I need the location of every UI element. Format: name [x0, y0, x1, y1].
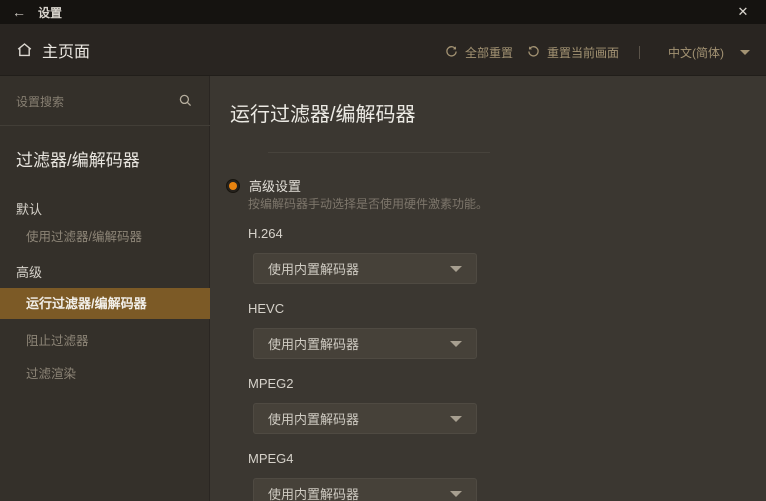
- sidebar-item-use-filters-codecs[interactable]: 使用过滤器/编解码器: [0, 222, 210, 253]
- search-input[interactable]: [16, 91, 171, 113]
- reset-all-label: 全部重置: [464, 46, 513, 60]
- dropdown-selected-value: 使用内置解码器: [268, 337, 360, 352]
- codec-label-hevc: HEVC: [248, 301, 285, 316]
- chevron-down-icon: [740, 50, 750, 55]
- home-breadcrumb[interactable]: 主页面: [16, 38, 90, 62]
- advanced-settings-description: 按编解码器手动选择是否使用硬件激素功能。: [248, 197, 489, 211]
- reset-current-circular-arrow-icon: [527, 45, 540, 61]
- dropdown-selected-value: 使用内置解码器: [268, 487, 360, 501]
- codec-label-h264: H.264: [248, 226, 283, 241]
- page-title: 主页面: [42, 43, 91, 61]
- reset-all-button[interactable]: 全部重置: [445, 44, 513, 61]
- codec-dropdown-mpeg2[interactable]: 使用内置解码器: [253, 403, 477, 434]
- radio-dot: [229, 181, 237, 190]
- sidebar-group-default: 默认: [16, 202, 43, 217]
- home-icon: [16, 42, 33, 58]
- chevron-down-icon: [450, 340, 462, 347]
- settings-sidebar: 过滤器/编解码器 默认 使用过滤器/编解码器 高级 运行过滤器/编解码器 阻止过…: [0, 76, 210, 501]
- chevron-down-icon: [450, 490, 462, 497]
- chevron-down-icon: [450, 265, 462, 272]
- main-panel: 运行过滤器/编解码器 高级设置 按编解码器手动选择是否使用硬件激素功能。 H.2…: [211, 76, 766, 501]
- search-icon[interactable]: [179, 94, 192, 112]
- sidebar-item-block-filters[interactable]: 阻止过滤器: [0, 326, 210, 357]
- language-selected-value: 中文(简体): [668, 46, 724, 60]
- header-actions: 全部重置 重置当前画面 中文(简体): [445, 38, 750, 61]
- back-arrow-icon[interactable]: ←: [12, 5, 26, 19]
- sidebar-group-advanced: 高级: [16, 265, 43, 280]
- reset-all-circular-arrow-icon: [445, 45, 458, 61]
- codec-dropdown-hevc[interactable]: 使用内置解码器: [253, 328, 477, 359]
- reset-current-label: 重置当前画面: [546, 46, 619, 60]
- titlebar: ← 设置 ✕: [0, 0, 766, 24]
- sidebar-item-run-filters-codecs-selected[interactable]: 运行过滤器/编解码器: [0, 288, 210, 319]
- window-title: 设置: [38, 5, 63, 20]
- sidebar-section-title: 过滤器/编解码器: [16, 151, 140, 170]
- dropdown-selected-value: 使用内置解码器: [268, 262, 360, 277]
- title-divider: [268, 152, 490, 153]
- close-icon[interactable]: ✕: [732, 1, 754, 23]
- page-header: 主页面 全部重置 重置当前画面 中文(简体): [0, 24, 766, 76]
- codec-dropdown-mpeg4[interactable]: 使用内置解码器: [253, 478, 477, 501]
- reset-current-button[interactable]: 重置当前画面: [527, 44, 619, 61]
- sidebar-item-filter-rendering[interactable]: 过滤渲染: [0, 359, 210, 390]
- settings-search: [0, 88, 210, 118]
- language-selector[interactable]: 中文(简体): [668, 44, 750, 61]
- advanced-settings-radio-row[interactable]: 高级设置: [226, 176, 301, 195]
- header-divider: [639, 46, 640, 59]
- main-page-title: 运行过滤器/编解码器: [230, 104, 416, 126]
- codec-dropdown-h264[interactable]: 使用内置解码器: [253, 253, 477, 284]
- codec-label-mpeg2: MPEG2: [248, 376, 294, 391]
- codec-label-mpeg4: MPEG4: [248, 451, 294, 466]
- sidebar-divider: [0, 125, 210, 126]
- chevron-down-icon: [450, 415, 462, 422]
- advanced-settings-label: 高级设置: [249, 179, 302, 194]
- radio-selected-icon[interactable]: [226, 178, 240, 193]
- dropdown-selected-value: 使用内置解码器: [268, 412, 360, 427]
